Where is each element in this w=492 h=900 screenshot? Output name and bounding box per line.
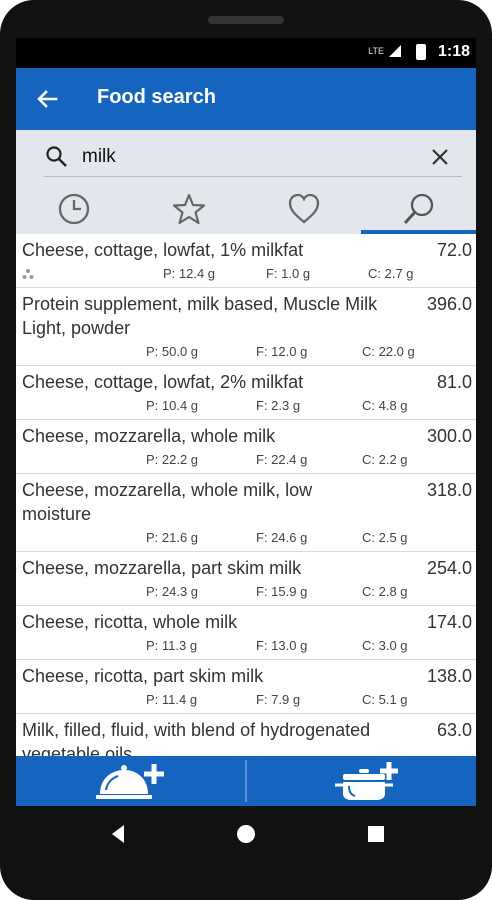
status-bar: LTE 1:18 bbox=[16, 38, 476, 68]
clock-icon bbox=[58, 193, 90, 225]
add-meal-button[interactable] bbox=[16, 756, 245, 806]
tab-recent[interactable] bbox=[16, 184, 131, 234]
food-name: Protein supplement, milk based, Muscle M… bbox=[22, 294, 378, 338]
food-name: Cheese, cottage, lowfat, 2% milkfat bbox=[22, 372, 304, 392]
fat-value: F: 2.3 g bbox=[256, 398, 301, 413]
list-item[interactable]: Protein supplement, milk based, Muscle M… bbox=[16, 288, 476, 366]
carb-value: C: 4.8 g bbox=[362, 398, 408, 413]
protein-value: P: 24.3 g bbox=[146, 584, 199, 599]
list-item[interactable]: Cheese, cottage, lowfat, 2% milkfat 81.0… bbox=[16, 366, 476, 420]
fat-value: F: 12.0 g bbox=[256, 344, 308, 359]
back-triangle-icon[interactable] bbox=[106, 822, 130, 846]
add-recipe-button[interactable] bbox=[247, 756, 476, 806]
protein-value: P: 11.4 g bbox=[146, 692, 198, 707]
cooking-pot-plus-icon bbox=[335, 762, 398, 800]
food-name: Cheese, mozzarella, whole milk bbox=[22, 426, 276, 446]
carb-value: C: 2.2 g bbox=[362, 452, 408, 467]
list-item[interactable]: Cheese, mozzarella, whole milk, low mois… bbox=[16, 474, 476, 552]
carb-value: C: 5.1 g bbox=[362, 692, 408, 707]
search-icon bbox=[46, 146, 67, 167]
fat-value: F: 22.4 g bbox=[256, 452, 308, 467]
status-time: 1:18 bbox=[437, 43, 470, 60]
food-calories: 300.0 bbox=[426, 426, 472, 446]
food-calories: 81.0 bbox=[436, 372, 472, 392]
food-name: Cheese, mozzarella, part skim milk bbox=[22, 558, 302, 578]
carb-value: C: 3.0 g bbox=[362, 638, 408, 653]
list-item[interactable]: Cheese, ricotta, whole milk 174.0 P: 11.… bbox=[16, 606, 476, 660]
bottom-action-bar bbox=[16, 756, 476, 806]
food-name: Cheese, ricotta, part skim milk bbox=[22, 666, 264, 686]
protein-value: P: 50.0 g bbox=[146, 344, 199, 359]
signal-icon bbox=[389, 45, 401, 57]
tab-liked[interactable] bbox=[246, 184, 361, 234]
custom-food-icon bbox=[22, 269, 34, 279]
food-calories: 138.0 bbox=[426, 666, 472, 686]
protein-value: P: 10.4 g bbox=[146, 398, 199, 413]
tab-bar bbox=[16, 184, 476, 234]
list-item[interactable]: Cheese, ricotta, part skim milk 138.0 P:… bbox=[16, 660, 476, 714]
clear-search-icon[interactable] bbox=[426, 143, 454, 171]
tab-favorites[interactable] bbox=[131, 184, 246, 234]
food-calories: 63.0 bbox=[436, 720, 472, 740]
list-item[interactable]: Cheese, mozzarella, part skim milk 254.0… bbox=[16, 552, 476, 606]
recents-square-icon[interactable] bbox=[364, 822, 388, 846]
fat-value: F: 7.9 g bbox=[256, 692, 301, 707]
search-input[interactable] bbox=[82, 143, 412, 171]
home-circle-icon[interactable] bbox=[234, 822, 258, 846]
carb-value: C: 2.5 g bbox=[362, 530, 408, 545]
food-calories: 396.0 bbox=[426, 294, 472, 314]
search-bar bbox=[16, 130, 476, 184]
list-item[interactable]: Milk, filled, fluid, with blend of hydro… bbox=[16, 714, 476, 756]
carb-value: C: 2.8 g bbox=[362, 584, 408, 599]
food-name: Cheese, ricotta, whole milk bbox=[22, 612, 238, 632]
food-list: Cheese, cottage, lowfat, 1% milkfat 72.0… bbox=[16, 234, 476, 756]
list-item[interactable]: Cheese, cottage, lowfat, 1% milkfat 72.0… bbox=[16, 234, 476, 288]
back-arrow-icon[interactable] bbox=[32, 84, 62, 114]
carb-value: C: 22.0 g bbox=[362, 344, 415, 359]
food-name: Milk, filled, fluid, with blend of hydro… bbox=[22, 720, 371, 756]
fat-value: F: 15.9 g bbox=[256, 584, 308, 599]
star-icon bbox=[172, 193, 206, 225]
food-calories: 254.0 bbox=[426, 558, 472, 578]
network-type: LTE bbox=[368, 46, 384, 56]
screen: LTE 1:18 Food search milk Cheese, cottag… bbox=[16, 38, 476, 806]
android-nav-bar bbox=[0, 806, 492, 862]
heart-icon bbox=[288, 193, 320, 224]
food-calories: 318.0 bbox=[426, 480, 472, 500]
phone-frame: LTE 1:18 Food search milk Cheese, cottag… bbox=[0, 0, 492, 900]
carb-value: C: 2.7 g bbox=[368, 266, 414, 281]
page-title: Food search bbox=[97, 86, 216, 108]
food-name: Cheese, cottage, lowfat, 1% milkfat bbox=[22, 240, 304, 260]
fat-value: F: 13.0 g bbox=[256, 638, 308, 653]
search-icon bbox=[403, 193, 434, 225]
app-bar: Food search bbox=[16, 68, 476, 130]
speaker-grille bbox=[208, 16, 284, 24]
search-underline bbox=[44, 176, 462, 177]
tab-search[interactable] bbox=[361, 184, 476, 234]
list-item[interactable]: Cheese, mozzarella, whole milk 300.0 P: … bbox=[16, 420, 476, 474]
fat-value: F: 24.6 g bbox=[256, 530, 308, 545]
fat-value: F: 1.0 g bbox=[266, 266, 311, 281]
protein-value: P: 22.2 g bbox=[146, 452, 199, 467]
protein-value: P: 21.6 g bbox=[146, 530, 199, 545]
food-name: Cheese, mozzarella, whole milk, low mois… bbox=[22, 480, 313, 524]
protein-value: P: 11.3 g bbox=[146, 638, 198, 653]
battery-icon bbox=[416, 44, 426, 60]
food-calories: 72.0 bbox=[436, 240, 472, 260]
food-calories: 174.0 bbox=[426, 612, 472, 632]
protein-value: P: 12.4 g bbox=[163, 266, 216, 281]
serving-dish-plus-icon bbox=[96, 764, 164, 799]
